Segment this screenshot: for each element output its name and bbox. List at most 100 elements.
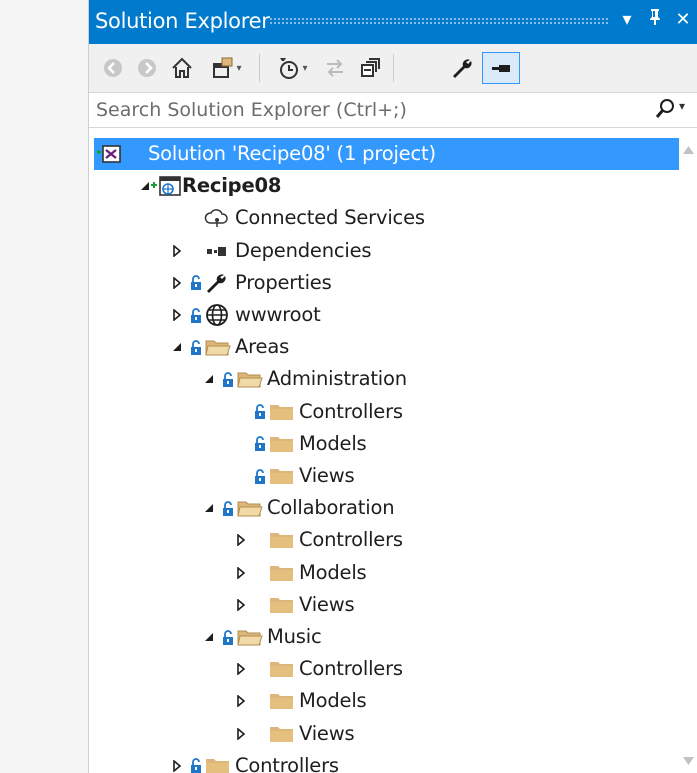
tree-item-label: Controllers	[299, 657, 403, 681]
tree-item-label: Views	[299, 721, 355, 745]
tree-item-label: Views	[299, 592, 355, 616]
connected-services-icon	[204, 202, 230, 234]
lock-icon	[222, 492, 234, 524]
collapsed-arrow-icon[interactable]	[234, 653, 248, 685]
folder-open-icon	[236, 621, 264, 653]
expanded-arrow-icon[interactable]	[170, 331, 184, 363]
lock-icon	[190, 299, 202, 331]
forward-button[interactable]	[133, 54, 161, 82]
tree-item-label: Administration	[267, 367, 407, 391]
tree-item-properties[interactable]: Properties	[89, 267, 679, 299]
tree-item-label: Collaboration	[267, 496, 395, 520]
pending-changes-filter-button[interactable]: ▾	[269, 54, 315, 82]
toolbar: ▾ ▾	[89, 44, 697, 92]
tree-item-recipe08[interactable]: Recipe08	[89, 170, 679, 202]
home-button[interactable]	[167, 54, 197, 82]
web-project-icon	[150, 170, 182, 202]
title-bar-grip[interactable]	[269, 17, 609, 25]
pin-icon[interactable]	[644, 8, 666, 33]
solution-explorer-panel: Solution Explorer ▾ ✕ ▾ ▾ Search Solutio…	[88, 0, 697, 773]
scroll-down-icon	[683, 757, 694, 765]
tree-item-views[interactable]: Views	[89, 718, 679, 750]
tree-item-views[interactable]: Views	[89, 589, 679, 621]
tree-item-administration[interactable]: Administration	[89, 363, 679, 395]
lock-icon	[222, 363, 234, 395]
tree-item-wwwroot[interactable]: wwwroot	[89, 299, 679, 331]
collapsed-arrow-icon[interactable]	[234, 524, 248, 556]
lock-icon	[190, 331, 202, 363]
folder-icon	[268, 557, 296, 589]
folder-icon	[204, 750, 232, 773]
tree-item-views[interactable]: Views	[89, 460, 679, 492]
tree-item-collaboration[interactable]: Collaboration	[89, 492, 679, 524]
tree-item-music[interactable]: Music	[89, 621, 679, 653]
tree-item-solution-recipe08-1-project[interactable]: Solution 'Recipe08' (1 project)	[94, 138, 679, 170]
tree-item-label: wwwroot	[235, 303, 321, 326]
collapsed-arrow-icon[interactable]	[170, 299, 184, 331]
switch-views-button[interactable]: ▾	[203, 54, 249, 82]
window-menu-dropdown-icon[interactable]: ▾	[616, 8, 638, 32]
sync-with-document-button[interactable]	[321, 54, 349, 82]
back-button[interactable]	[99, 54, 127, 82]
title-bar: Solution Explorer ▾ ✕	[89, 0, 697, 44]
collapsed-arrow-icon[interactable]	[170, 750, 184, 773]
tree-item-label: Areas	[235, 335, 290, 359]
expanded-arrow-icon[interactable]	[202, 492, 216, 524]
tree-item-models[interactable]: Models	[89, 557, 679, 589]
preview-icon	[492, 65, 510, 72]
chevron-down-icon: ▾	[302, 62, 308, 74]
collapsed-arrow-icon[interactable]	[234, 589, 248, 621]
lock-icon	[190, 267, 202, 299]
tree-item-label: Controllers	[235, 753, 339, 773]
tree-item-dependencies[interactable]: Dependencies	[89, 235, 679, 267]
tree-item-connected-services[interactable]: Connected Services	[89, 202, 679, 234]
collapse-all-button[interactable]	[355, 54, 385, 82]
tree-item-controllers[interactable]: Controllers	[89, 396, 679, 428]
tree-item-label: Recipe08	[182, 174, 282, 198]
search-box: ▾	[89, 92, 697, 128]
preview-selected-items-toggle[interactable]	[482, 52, 520, 84]
collapsed-arrow-icon[interactable]	[234, 685, 248, 717]
collapsed-arrow-icon[interactable]	[234, 557, 248, 589]
vertical-scrollbar[interactable]	[679, 138, 697, 773]
lock-icon	[190, 750, 202, 773]
search-input[interactable]	[89, 93, 646, 127]
folder-open-icon	[236, 363, 264, 395]
tree-item-label: Controllers	[299, 399, 403, 423]
tree-item-controllers[interactable]: Controllers	[89, 524, 679, 556]
tree-item-label: Properties	[235, 270, 332, 294]
collapsed-arrow-icon[interactable]	[170, 267, 184, 299]
expanded-arrow-icon[interactable]	[202, 621, 216, 653]
collapsed-arrow-icon[interactable]	[234, 718, 248, 750]
search-options-dropdown-icon[interactable]: ▾	[679, 99, 685, 113]
lock-icon	[254, 428, 266, 460]
clock-filter-icon	[280, 58, 299, 79]
collapsed-arrow-icon[interactable]	[170, 235, 184, 267]
tree-item-models[interactable]: Models	[89, 428, 679, 460]
tree-item-label: Controllers	[299, 528, 403, 552]
tree-item-controllers[interactable]: Controllers	[89, 653, 679, 685]
tree-item-areas[interactable]: Areas	[89, 331, 679, 363]
collapse-all-icon	[361, 58, 380, 77]
dependencies-icon	[204, 235, 230, 267]
properties-button[interactable]	[447, 54, 477, 82]
search-icon[interactable]	[655, 97, 677, 125]
globe-icon	[204, 299, 230, 331]
lock-icon	[254, 460, 266, 492]
tree-item-label: Views	[299, 464, 355, 487]
tree-item-label: Dependencies	[235, 238, 372, 262]
home-icon	[172, 57, 192, 78]
expanded-arrow-icon[interactable]	[202, 363, 216, 395]
tree-item-label: Models	[299, 689, 367, 713]
scroll-up-icon	[683, 146, 694, 154]
folder-icon	[268, 396, 296, 428]
close-icon[interactable]: ✕	[672, 8, 694, 32]
tree-item-label: Solution 'Recipe08' (1 project)	[148, 142, 436, 165]
folder-icon	[268, 685, 296, 717]
tree-item-controllers[interactable]: Controllers	[89, 750, 679, 773]
folder-icon	[268, 589, 296, 621]
tree-item-models[interactable]: Models	[89, 685, 679, 717]
sync-arrows-icon	[327, 59, 343, 77]
toolbar-separator	[259, 54, 260, 82]
folder-icon	[268, 460, 296, 492]
